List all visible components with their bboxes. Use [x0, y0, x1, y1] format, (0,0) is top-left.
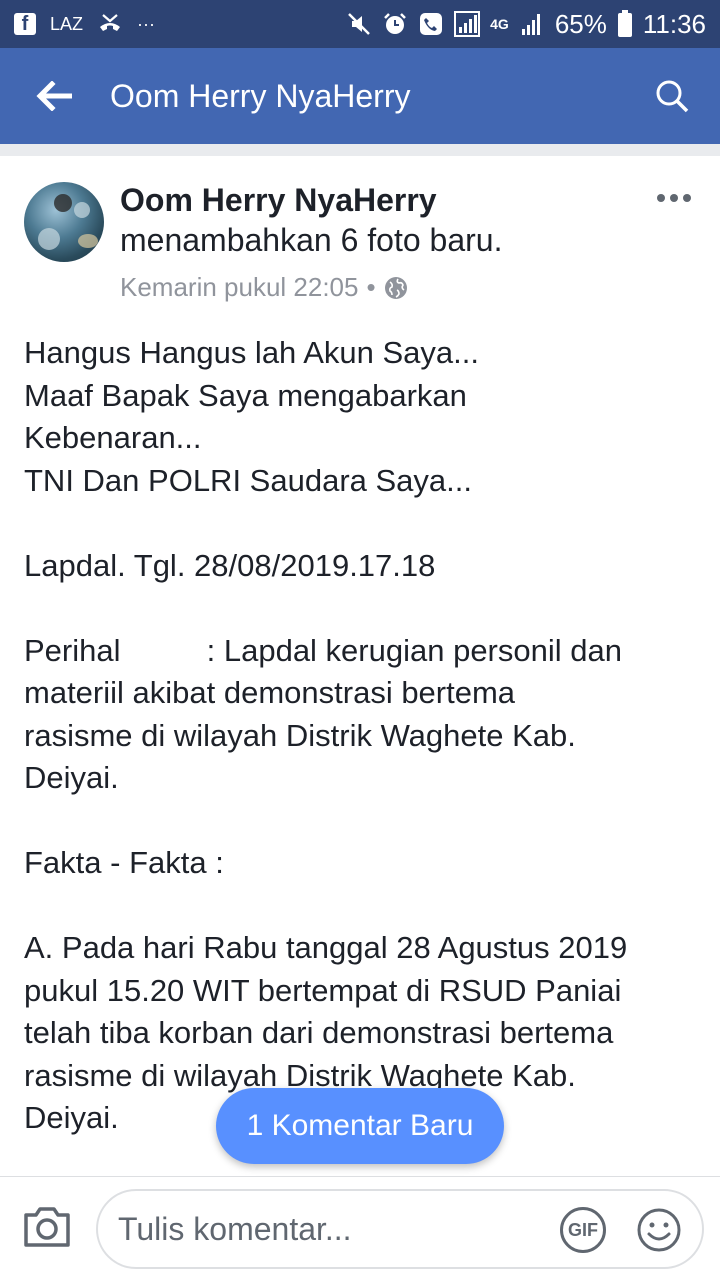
- clock: 11:36: [642, 8, 706, 39]
- post-line: Maaf Bapak Saya mengabarkan: [24, 377, 467, 413]
- post-body: Hangus Hangus lah Akun Saya... Maaf Bapa…: [24, 332, 700, 1140]
- back-button[interactable]: [24, 66, 84, 126]
- post-line: [24, 587, 700, 630]
- post-meta: Kemarin pukul 22:05 •: [120, 272, 408, 303]
- network-type-label: 4G: [490, 16, 509, 32]
- phone-icon: [420, 13, 443, 35]
- arrow-left-icon: [36, 81, 72, 111]
- post-line: Fakta - Fakta :: [24, 845, 224, 880]
- camera-icon[interactable]: [22, 1203, 72, 1249]
- more-notifications-dots: ···: [137, 13, 155, 34]
- status-bar: f LAZ ··· 4G 65% 11:36: [0, 0, 720, 48]
- post-line: [24, 885, 700, 928]
- laz-notification-label: LAZ: [50, 13, 84, 34]
- post-card: Oom Herry NyaHerry menambahkan 6 foto ba…: [0, 156, 720, 1176]
- post-line: pukul 15.20 WIT bertempat di RSUD Paniai: [24, 972, 622, 1008]
- cell-signal-icon: [521, 14, 540, 35]
- feed-separator: [0, 144, 720, 156]
- missed-call-icon: [100, 14, 121, 31]
- search-icon: [656, 80, 689, 113]
- new-comments-button[interactable]: 1 Komentar Baru: [216, 1088, 504, 1164]
- dot-icon: [683, 194, 691, 202]
- post-line: Hangus Hangus lah Akun Saya...: [24, 335, 479, 370]
- dot-icon: [670, 194, 678, 202]
- post-line: Perihal : Lapdal kerugian personil dan: [24, 632, 622, 668]
- post-line: Lapdal. Tgl. 28/08/2019.17.18: [24, 547, 436, 583]
- comment-input[interactable]: Tulis komentar... GIF: [96, 1189, 704, 1269]
- gif-button[interactable]: GIF: [560, 1207, 606, 1253]
- emoji-icon[interactable]: [636, 1207, 682, 1253]
- post-line: telah tiba korban dari demonstrasi berte…: [24, 1015, 614, 1050]
- post-line: Deiyai.: [24, 760, 119, 795]
- post-line: A. Pada hari Rabu tanggal 28 Agustus 201…: [24, 930, 628, 965]
- comment-input-placeholder: Tulis komentar...: [118, 1210, 352, 1247]
- search-button[interactable]: [648, 72, 696, 120]
- post-author-name[interactable]: Oom Herry NyaHerry: [120, 182, 437, 219]
- alarm-icon: [384, 13, 407, 34]
- post-line: [24, 502, 700, 545]
- post-action-text: menambahkan 6 foto baru.: [120, 222, 503, 258]
- avatar[interactable]: [24, 182, 104, 262]
- globe-icon: [384, 276, 407, 299]
- post-more-options-button[interactable]: [650, 184, 698, 212]
- post-timestamp[interactable]: Kemarin pukul 22:05: [120, 272, 358, 303]
- meta-separator: •: [366, 272, 376, 302]
- comment-bar: Tulis komentar... GIF: [0, 1176, 720, 1280]
- battery-percent: 65%: [554, 8, 607, 39]
- mute-icon: [348, 13, 371, 35]
- post-line: materiil akibat demonstrasi bertema: [24, 675, 516, 710]
- facebook-notification-icon: f: [14, 13, 36, 35]
- app-bar: Oom Herry NyaHerry: [0, 48, 720, 144]
- post-line: TNI Dan POLRI Saudara Saya...: [24, 462, 472, 498]
- page-title: Oom Herry NyaHerry: [110, 77, 411, 114]
- post-line: Kebenaran...: [24, 420, 202, 455]
- post-line: [24, 800, 700, 843]
- battery-icon: [617, 10, 632, 37]
- dot-icon: [657, 194, 665, 202]
- signal-box-icon: [454, 11, 481, 37]
- post-line: rasisme di wilayah Distrik Waghete Kab.: [24, 717, 576, 753]
